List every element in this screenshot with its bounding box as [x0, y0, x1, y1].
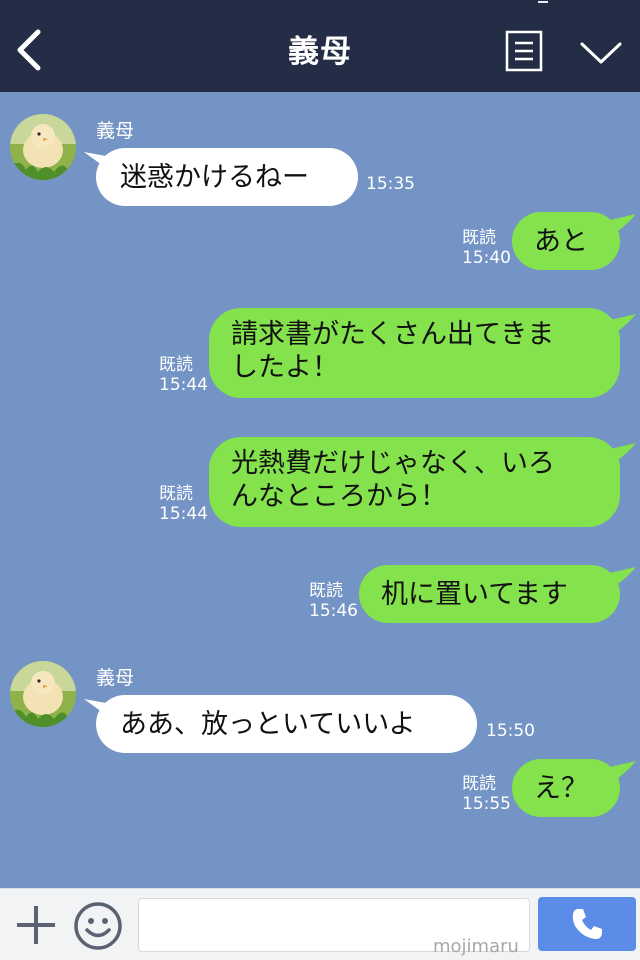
plus-icon[interactable] — [14, 903, 58, 947]
bubble-tail — [610, 443, 636, 463]
status-bar-mark — [538, 0, 548, 3]
watermark: mojimaru — [433, 936, 519, 957]
message-time: 15:35 — [366, 174, 415, 194]
message-bubble-outgoing[interactable]: あと — [512, 212, 636, 270]
chevron-down-icon[interactable] — [578, 38, 624, 68]
smile-icon[interactable] — [73, 901, 123, 951]
read-label: 既読 — [309, 581, 343, 601]
message-bubble-incoming[interactable]: ああ、放っといていいよ — [84, 695, 477, 753]
chick-avatar-icon — [10, 661, 76, 727]
message-bubble-outgoing[interactable]: え？ — [512, 759, 636, 817]
read-label: 既読 — [462, 774, 496, 794]
message-text: ああ、放っといていいよ — [120, 708, 416, 740]
phone-icon — [572, 909, 602, 939]
message-time: 15:55 — [462, 794, 511, 814]
message-time: 15:50 — [486, 721, 535, 741]
sender-name: 義母 — [96, 667, 135, 689]
read-label: 既読 — [159, 484, 193, 504]
chick-avatar-icon — [10, 114, 76, 180]
bubble-tail — [84, 699, 106, 715]
bubble-tail — [610, 314, 636, 334]
message-bubble-incoming[interactable]: 迷惑かけるねー — [84, 148, 358, 206]
message-text: え？ — [534, 772, 588, 804]
read-label: 既読 — [462, 228, 496, 248]
read-receipt: 既読 15:46 — [309, 581, 358, 621]
read-receipt: 既読 15:55 — [462, 774, 511, 814]
menu-icon[interactable] — [505, 30, 543, 72]
message-time: 15:44 — [159, 504, 208, 524]
message-bubble-outgoing[interactable]: 請求書がたくさん出てきま したよ！ — [209, 308, 636, 398]
message-text-line: んなところから！ — [231, 481, 447, 512]
message-text: 迷惑かけるねー — [120, 161, 309, 193]
avatar[interactable] — [10, 661, 76, 727]
read-receipt: 既読 15:44 — [159, 484, 208, 524]
message-bubble-outgoing[interactable]: 光熱費だけじゃなく、いろ んなところから！ — [209, 437, 636, 527]
avatar[interactable] — [10, 114, 76, 180]
message-text-line: 請求書がたくさん出てきま — [231, 319, 555, 350]
bubble-tail — [610, 567, 636, 587]
message-text-line: したよ！ — [231, 352, 339, 383]
read-receipt: 既読 15:40 — [462, 228, 511, 268]
message-time: 15:44 — [159, 375, 208, 395]
sender-name: 義母 — [96, 120, 135, 142]
message-time: 15:46 — [309, 601, 358, 621]
chat-title: 義母 — [288, 34, 352, 70]
message-bubble-outgoing[interactable]: 机に置いてます — [359, 565, 636, 623]
bubble-tail — [610, 214, 636, 234]
read-label: 既読 — [159, 355, 193, 375]
bubble-tail — [610, 761, 636, 781]
read-receipt: 既読 15:44 — [159, 355, 208, 395]
chat-header: 義母 — [0, 0, 640, 92]
message-text: 机に置いてます — [381, 578, 568, 610]
message-text-line: 光熱費だけじゃなく、いろ — [231, 448, 555, 479]
bubble-tail — [84, 152, 106, 168]
message-time: 15:40 — [462, 248, 511, 268]
call-button[interactable] — [538, 897, 636, 951]
message-text: あと — [534, 225, 588, 257]
